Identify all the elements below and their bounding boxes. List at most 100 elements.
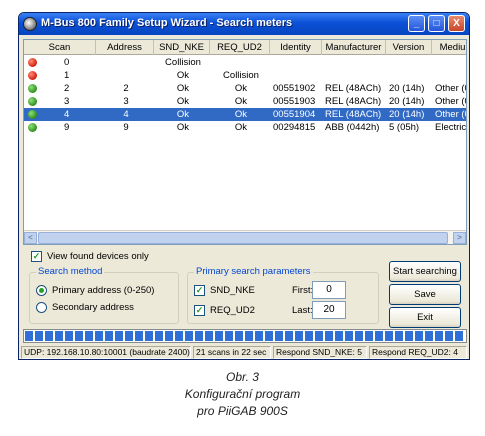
cell-medium [435,56,466,69]
cell-manufacturer: REL (48ACh) [325,96,382,107]
cell-req-ud2: Ok [234,109,248,120]
start-searching-button[interactable]: Start searching [389,261,461,282]
cell-manufacturer: ABB (0442h) [325,122,380,133]
ok-status-icon [28,110,37,119]
search-method-group: Search method Primary address (0-250) Se… [29,266,179,324]
error-status-icon [28,71,37,80]
setup-wizard-window: M-Bus 800 Family Setup Wizard - Search m… [18,12,470,360]
primary-params-title: Primary search parameters [194,266,313,277]
column-header-req-ud2[interactable]: REQ_UD2 [210,40,270,55]
cell-version [389,56,431,69]
cell-identity [273,69,321,82]
scroll-right-icon[interactable]: > [453,232,466,244]
cell-manufacturer: REL (48ACh) [325,109,382,120]
req-ud2-label: REQ_UD2 [210,305,255,316]
cell-address: 9 [123,122,129,133]
meters-table[interactable]: Scan Address SND_NKE REQ_UD2 Identity Manufac… [23,39,467,245]
first-address-field[interactable]: 0 [312,281,346,299]
cell-identity: 00551902 [273,83,316,94]
cell-version: 20 (14h) [389,109,425,120]
cell-address: 2 [123,83,129,94]
title-bar[interactable]: M-Bus 800 Family Setup Wizard - Search m… [19,13,469,35]
horizontal-scrollbar[interactable]: < > [24,230,466,244]
caption-figure-number: Obr. 3 [226,370,259,384]
cell-req-ud2: Ok [234,122,248,133]
cell-medium: Electricity... [435,122,467,133]
primary-params-group: Primary search parameters ✓ SND_NKE ✓ RE… [187,266,379,324]
cell-manufacturer [325,56,385,69]
table-header: Scan Address SND_NKE REQ_UD2 Identity Manufac… [24,40,466,55]
column-header-scan[interactable]: Scan [24,40,96,55]
cell-address: 4 [123,109,129,120]
cell-req-ud2: Ok [234,96,248,107]
cell-version: 20 (14h) [389,83,425,94]
exit-button[interactable]: Exit [389,307,461,328]
cell-identity [273,56,321,69]
save-button[interactable]: Save [389,284,461,305]
secondary-address-radio[interactable] [36,302,47,313]
table-row[interactable]: 9 9 Ok Ok 00294815 ABB (0442h) 5 (05h) Electric… [24,121,466,134]
ok-status-icon [28,123,37,132]
last-label: Last: [292,305,313,316]
cell-medium: Other (00h) [435,96,466,107]
cell-snd-nke: Ok [176,83,190,94]
status-respond-req: Respond REQ_UD2: 4 [369,346,467,359]
column-header-snd-nke[interactable]: SND_NKE [154,40,210,55]
cell-snd-nke: Ok [176,96,190,107]
cell-snd-nke: Collision [165,57,201,68]
column-header-medium[interactable]: Medium [432,40,466,55]
snd-nke-checkbox[interactable]: ✓ [194,285,205,296]
last-address-field[interactable]: 20 [312,301,346,319]
scroll-left-icon[interactable]: < [24,232,37,244]
view-found-label: View found devices only [47,251,149,262]
table-row[interactable]: 2 2 Ok Ok 00551902 REL (48ACh) 20 (14h) Other (… [24,82,466,95]
cell-req-ud2: Collision [223,70,259,81]
cell-version [389,69,431,82]
column-header-manufacturer[interactable]: Manufacturer [322,40,386,55]
cell-medium: Other (00h) [435,83,466,94]
cell-identity: 00551904 [273,109,316,120]
cell-snd-nke: Ok [176,122,190,133]
cell-medium [435,69,466,82]
scan-progress-bar [23,329,467,343]
cell-address: 3 [123,96,129,107]
caption-line-2: Konfigurační program [184,387,301,401]
table-row[interactable]: 0 Collision [24,56,466,69]
cell-req-ud2 [213,56,269,69]
primary-address-radio[interactable] [36,285,47,296]
cell-identity: 00551903 [273,96,316,107]
search-method-title: Search method [36,266,105,277]
column-header-identity[interactable]: Identity [270,40,322,55]
minimize-button[interactable]: _ [408,15,425,32]
status-bar: UDP: 192.168.10.80:10001 (baudrate 2400)… [19,345,469,359]
column-header-version[interactable]: Version [386,40,432,55]
cell-snd-nke: Ok [176,70,190,81]
table-row[interactable]: 4 4 Ok Ok 00551904 REL (48ACh) 20 (14h) Other (… [24,108,466,121]
error-status-icon [28,58,37,67]
close-button[interactable]: X [448,15,465,32]
cell-version: 5 (05h) [389,122,420,133]
first-label: First: [292,285,314,296]
cell-snd-nke: Ok [176,109,190,120]
column-header-address[interactable]: Address [96,40,154,55]
caption-line-3: pro PiiGAB 900S [197,404,288,418]
cell-manufacturer [325,69,385,82]
scroll-thumb[interactable] [38,232,448,244]
app-icon [23,17,37,31]
maximize-button[interactable]: □ [428,15,445,32]
table-row[interactable]: 3 3 Ok Ok 00551903 REL (48ACh) 20 (14h) Other (… [24,95,466,108]
status-scans: 21 scans in 22 sec [193,346,271,359]
ok-status-icon [28,84,37,93]
view-found-checkbox[interactable]: ✓ [31,251,42,262]
status-udp: UDP: 192.168.10.80:10001 (baudrate 2400) [21,346,191,359]
scan-progress-fill [25,331,465,341]
ok-status-icon [28,97,37,106]
cell-medium: Other (00h) [435,109,466,120]
cell-address [99,69,153,82]
table-row[interactable]: 1 Ok Collision [24,69,466,82]
cell-version: 20 (14h) [389,96,425,107]
window-title: M-Bus 800 Family Setup Wizard - Search m… [41,17,293,29]
secondary-address-label: Secondary address [52,302,134,313]
req-ud2-checkbox[interactable]: ✓ [194,305,205,316]
snd-nke-label: SND_NKE [210,285,255,296]
